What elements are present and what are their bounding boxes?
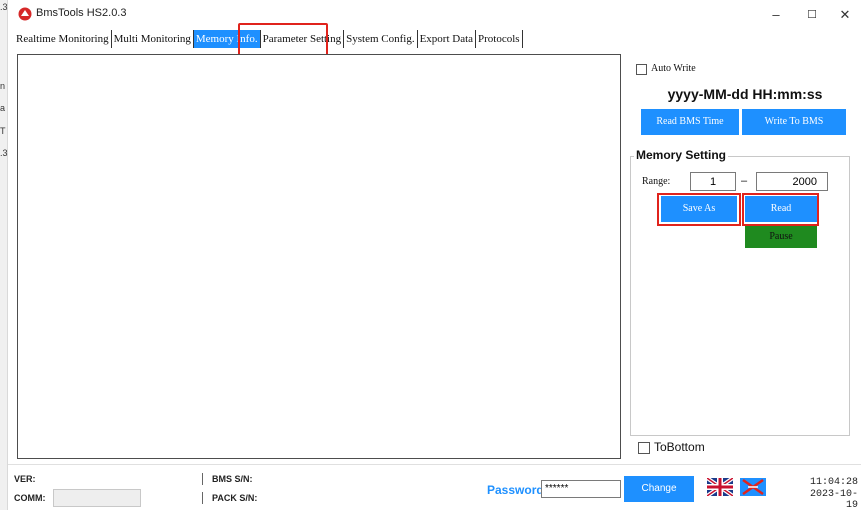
tab-multi-monitoring[interactable]: Multi Monitoring [112,30,194,48]
datetime-display: yyyy-MM-dd HH:mm:ss [667,86,823,102]
divider [202,492,203,504]
memory-data-area[interactable] [17,54,621,459]
edge-fragment: T [0,126,6,136]
change-password-button[interactable]: Change [624,476,694,502]
close-button[interactable]: ✕ [827,5,861,25]
auto-write-checkbox[interactable] [636,64,647,75]
window-title: BmsTools HS2.0.3 [36,7,127,19]
to-bottom-checkbox[interactable] [638,442,650,454]
clock-date: 2023-10-19 [809,489,858,511]
clock-time: 11:04:28 [809,477,858,488]
password-input[interactable]: ****** [541,480,621,498]
read-bms-time-button[interactable]: Read BMS Time [641,109,739,135]
tab-export-data[interactable]: Export Data [418,30,477,48]
read-highlight-box [742,193,819,226]
range-from-input[interactable]: 1 [690,172,736,191]
uk-flag-icon[interactable] [707,478,733,496]
range-separator: – [741,175,748,187]
pause-button[interactable]: Pause [745,226,817,248]
save-as-highlight-box [657,193,741,226]
title-bar [8,0,861,27]
bms-logo-icon [18,7,32,21]
minimize-button[interactable]: – [758,5,794,25]
write-to-bms-button[interactable]: Write To BMS [742,109,846,135]
range-to-input[interactable]: 2000 [756,172,828,191]
pack-sn-label: PACK S/N: [212,493,258,503]
version-label: VER: [14,474,36,484]
maximize-button[interactable]: ☐ [794,5,830,25]
tab-protocols[interactable]: Protocols [476,30,523,48]
auto-write-label: Auto Write [651,63,696,74]
memory-setting-title: Memory Setting [634,148,729,162]
comm-label: COMM: [14,493,46,503]
edge-fragment: n [0,81,6,91]
edge-fragment: a [0,103,6,113]
background-window-edge: .3 n a T .3 [0,0,8,510]
bms-sn-label: BMS S/N: [212,474,253,484]
password-label: Password [487,483,544,497]
edge-fragment: .3 [0,148,8,158]
tab-highlight-box [238,23,328,56]
divider [202,473,203,485]
edge-fragment: .3 [0,2,8,12]
cn-flag-icon[interactable] [740,478,766,496]
to-bottom-label: ToBottom [654,440,705,454]
range-label: Range: [642,176,671,187]
tab-system-config[interactable]: System Config. [344,30,418,48]
comm-field[interactable] [53,489,141,507]
tab-realtime-monitoring[interactable]: Realtime Monitoring [14,30,112,48]
